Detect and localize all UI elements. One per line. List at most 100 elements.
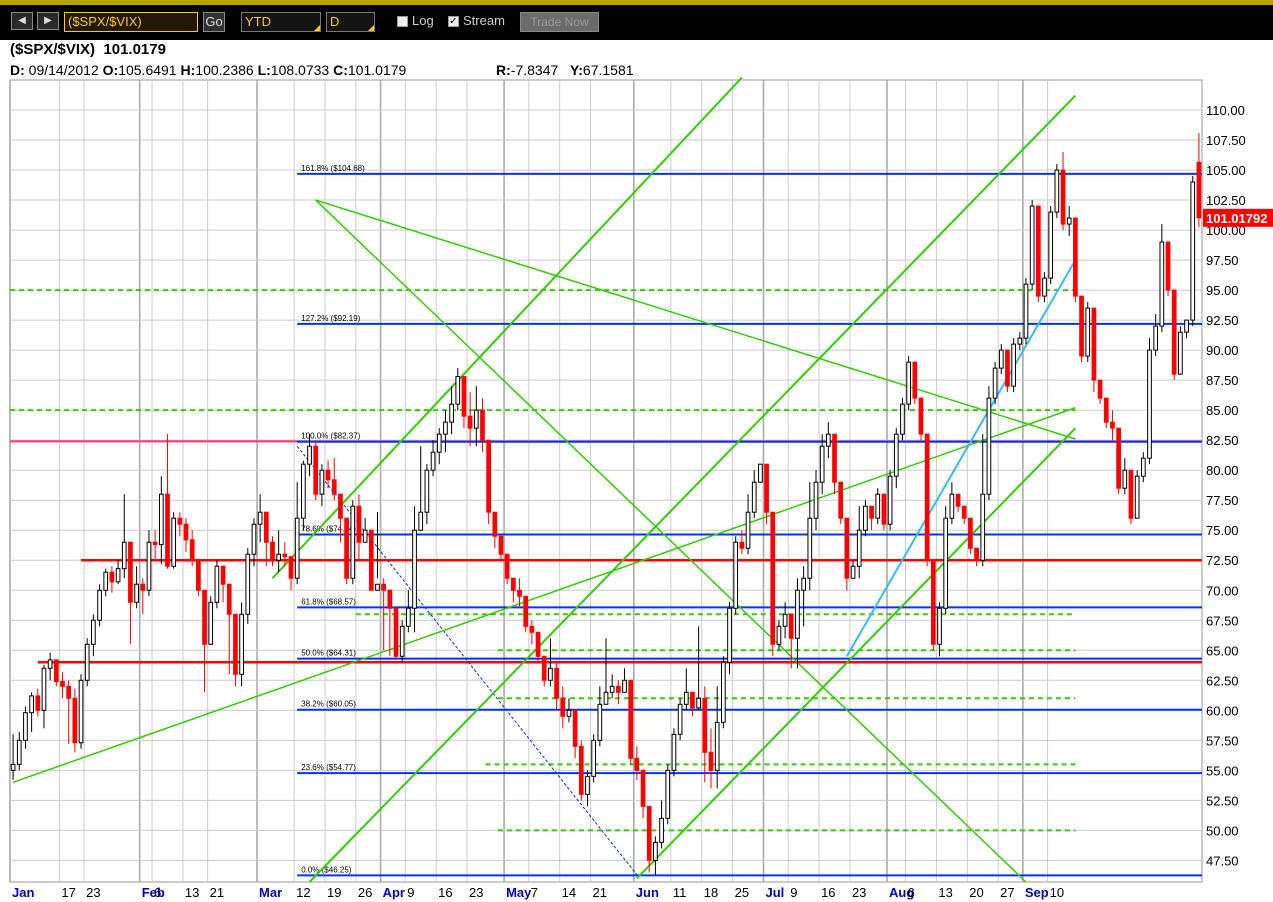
candle-body	[29, 695, 34, 714]
candle-body	[751, 481, 757, 513]
candle-body	[727, 607, 732, 663]
candle	[900, 398, 905, 441]
candle-body	[517, 589, 522, 597]
candle-body	[47, 659, 53, 669]
y-tick-label: 95.00	[1206, 283, 1239, 298]
candle-body	[1035, 205, 1041, 297]
candle-body	[881, 493, 887, 525]
candle-body	[344, 517, 349, 579]
go-button[interactable]: Go	[203, 12, 225, 32]
x-tick-label: Jul	[765, 885, 784, 900]
x-tick-label: 19	[327, 885, 341, 900]
previous-arrow-icon[interactable]: ◀	[11, 12, 33, 30]
candle-body	[368, 529, 374, 591]
y-tick-label: 105.00	[1206, 163, 1246, 178]
candle	[84, 638, 90, 687]
x-tick-label: 27	[1000, 885, 1014, 900]
candle-body	[1103, 397, 1109, 423]
candle	[943, 506, 949, 615]
dropdown-corner-icon	[314, 25, 320, 31]
candle-body	[350, 505, 356, 579]
x-tick-label: 21	[210, 885, 224, 900]
candle-body	[1196, 161, 1202, 219]
candle-body	[10, 763, 16, 771]
candle	[368, 529, 374, 591]
candle-body	[974, 547, 979, 561]
candle	[1048, 206, 1054, 285]
period-select[interactable]: D	[326, 12, 375, 32]
candle-body	[1184, 319, 1189, 333]
candle-body	[1159, 241, 1165, 327]
candle-body	[60, 681, 65, 687]
candle-body	[16, 739, 22, 765]
candle-body	[288, 556, 294, 579]
y-tick-label: 60.00	[1206, 703, 1239, 718]
candle-body	[1091, 307, 1097, 381]
candle-body	[313, 445, 319, 495]
candle-body	[998, 349, 1004, 369]
candle-body	[702, 697, 708, 753]
candle-body	[282, 553, 288, 558]
candle-body	[869, 505, 874, 519]
candle-body	[1060, 169, 1066, 225]
candle-body	[856, 529, 862, 567]
price-chart[interactable]: 161.8% ($104.68)127.2% ($92.19)100.0% ($…	[0, 40, 1273, 902]
candle-body	[196, 559, 201, 591]
candle	[1190, 176, 1196, 327]
candle-body	[628, 679, 634, 759]
candle-body	[745, 511, 751, 549]
candle-body	[603, 691, 609, 705]
candle-body	[770, 511, 776, 645]
candle-body	[671, 733, 677, 771]
candle-body	[609, 685, 615, 693]
y-tick-label: 70.00	[1206, 583, 1239, 598]
candle	[677, 698, 683, 741]
y-key: Y:	[569, 62, 583, 78]
candle	[393, 607, 399, 660]
candle-body	[239, 613, 244, 675]
y-tick-label: 65.00	[1206, 643, 1239, 658]
trade-now-button[interactable]: Trade Now	[520, 12, 599, 32]
candle-body	[362, 529, 368, 543]
candle-body	[924, 433, 930, 561]
symbol-input[interactable]: ($SPX/$VIX)	[64, 12, 198, 32]
y-tick-label: 62.50	[1206, 673, 1239, 688]
candle-body	[461, 376, 467, 417]
high-key: H:	[180, 62, 196, 78]
candle-body	[263, 511, 269, 543]
fib-level-label: 61.8% ($68.57)	[301, 597, 356, 606]
candle-body	[121, 541, 127, 570]
candle-body	[78, 679, 84, 744]
candle-body	[1147, 349, 1152, 459]
candle-body	[819, 445, 825, 483]
candle-body	[387, 589, 393, 609]
candle-body	[912, 361, 918, 399]
candle-body	[634, 757, 640, 771]
candle-body	[665, 769, 671, 819]
x-tick-label: 6	[154, 885, 161, 900]
candle-body	[900, 403, 905, 435]
candle-body	[449, 403, 454, 423]
candle-body	[165, 493, 170, 567]
range-select[interactable]: YTD	[241, 12, 321, 32]
high-value: 100.2386	[195, 62, 254, 78]
candle-body	[572, 709, 578, 747]
stream-checkbox[interactable]: ✓	[448, 16, 459, 27]
candle-body	[788, 613, 794, 639]
period-value: D	[330, 14, 340, 29]
x-tick-label: 23	[86, 885, 100, 900]
date-key: D:	[10, 62, 25, 78]
x-tick-label: Sep	[1025, 885, 1049, 900]
log-checkbox[interactable]	[397, 16, 408, 27]
candle-body	[455, 376, 461, 405]
chart-toolbar: ◀ ▶ ($SPX/$VIX) Go YTD D Log ✓ Stream Tr…	[0, 0, 1273, 40]
candle	[1128, 469, 1134, 525]
candle-body	[245, 553, 251, 615]
candle-body	[1042, 277, 1047, 297]
candle	[78, 674, 84, 749]
y-tick-label: 90.00	[1206, 343, 1239, 358]
next-arrow-icon[interactable]: ▶	[37, 12, 59, 30]
y-tick-label: 72.50	[1206, 553, 1239, 568]
candle	[171, 512, 177, 569]
x-tick-label: 25	[735, 885, 749, 900]
